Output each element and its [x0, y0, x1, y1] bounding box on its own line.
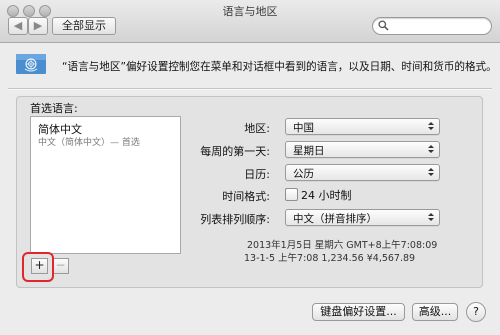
- help-button[interactable]: ?: [466, 302, 486, 322]
- date-sample: 2013年1月5日 星期六 GMT+8上午7:08:09: [247, 240, 438, 251]
- region-label: 地区:: [244, 122, 270, 135]
- calendar-value: 公历: [293, 168, 314, 180]
- show-all-button[interactable]: 全部显示: [52, 17, 116, 35]
- time-format-option[interactable]: 24 小时制: [301, 187, 352, 203]
- un-flag-icon: [16, 54, 46, 74]
- popup-arrows-icon: [428, 122, 434, 130]
- list-sort-popup[interactable]: 中文（拼音排序）: [285, 209, 440, 226]
- pane-description: “语言与地区”偏好设置控制您在菜单和对话框中看到的语言，以及日期、时间和货币的格…: [62, 61, 497, 73]
- time-format-label: 时间格式:: [222, 190, 270, 203]
- list-item-sublabel: 中文（简体中文）— 首选: [38, 138, 140, 148]
- popup-arrows-icon: [428, 168, 434, 176]
- calendar-label: 日历:: [244, 168, 270, 181]
- forward-button[interactable]: ▶: [28, 17, 48, 35]
- number-sample: 13-1-5 上午7:08 1,234.56 ¥4,567.89: [244, 253, 416, 264]
- advanced-button[interactable]: 高级...: [412, 303, 458, 321]
- nav-buttons: ◀ ▶: [8, 17, 48, 35]
- region-value: 中国: [293, 122, 314, 134]
- calendar-popup[interactable]: 公历: [285, 164, 440, 181]
- time-format-checkbox[interactable]: [285, 188, 298, 201]
- search-icon: [378, 20, 389, 31]
- preferred-languages-list[interactable]: 简体中文 中文（简体中文）— 首选: [30, 116, 181, 254]
- header-divider: [8, 88, 492, 90]
- back-button[interactable]: ◀: [8, 17, 28, 35]
- window-titlebar: 语言与地区 ◀ ▶ 全部显示: [0, 0, 500, 43]
- list-sort-value: 中文（拼音排序）: [293, 213, 377, 225]
- keyboard-preferences-button[interactable]: 键盘偏好设置...: [312, 303, 405, 321]
- popup-arrows-icon: [428, 145, 434, 153]
- region-popup[interactable]: 中国: [285, 118, 440, 135]
- preferred-languages-label: 首选语言:: [30, 102, 78, 115]
- popup-arrows-icon: [428, 213, 434, 221]
- remove-language-button[interactable]: −: [52, 258, 69, 274]
- search-field[interactable]: [372, 17, 492, 35]
- first-day-popup[interactable]: 星期日: [285, 141, 440, 158]
- first-day-label: 每周的第一天:: [200, 145, 270, 158]
- list-sort-label: 列表排列顺序:: [200, 213, 270, 226]
- first-day-value: 星期日: [293, 145, 325, 157]
- add-language-button[interactable]: +: [31, 258, 48, 274]
